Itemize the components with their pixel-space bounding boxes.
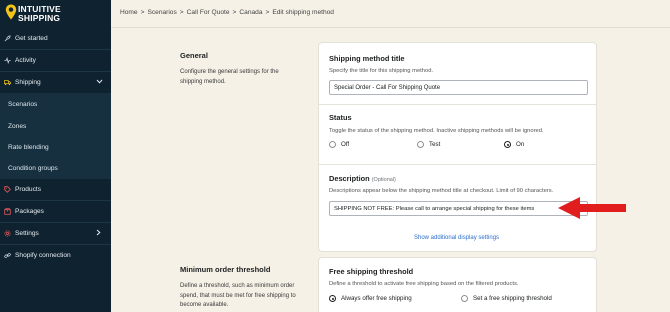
breadcrumb-canada[interactable]: Canada (239, 9, 262, 16)
sidebar-item-label: Products (15, 185, 42, 193)
free-shipping-card: Free shipping threshold Define a thresho… (318, 257, 597, 312)
annotation-arrow-icon (558, 197, 626, 219)
tag-icon (4, 185, 11, 193)
radio-circle (417, 141, 424, 148)
sidebar-item-label: Settings (15, 229, 39, 237)
truck-icon (4, 79, 11, 86)
free-shipping-help: Define a threshold to activate free ship… (329, 281, 519, 287)
sidebar-item-label: Shopify connection (15, 251, 71, 259)
description-help: Descriptions appear below the shipping m… (329, 188, 554, 194)
sidebar-item-label: Shipping (15, 78, 41, 86)
method-title-heading: Shipping method title (329, 54, 405, 63)
radio-circle-selected (329, 295, 336, 302)
status-heading: Status (329, 113, 352, 122)
breadcrumb-call-for-quote[interactable]: Call For Quote (187, 9, 230, 16)
sidebar-item-label: Packages (15, 207, 44, 215)
activity-icon (4, 56, 11, 64)
breadcrumb-separator: > (179, 9, 184, 16)
breadcrumb-current: Edit shipping method (272, 9, 334, 16)
radio-label: Off (341, 141, 350, 148)
card-divider (319, 164, 596, 165)
sidebar-item-settings[interactable]: Settings (0, 222, 111, 244)
description-input[interactable]: SHIPPING NOT FREE: Please call to arrang… (329, 201, 588, 216)
radio-label: Always offer free shipping (341, 295, 412, 302)
sidebar-item-label: Activity (15, 56, 36, 64)
sidebar-item-get-started[interactable]: Get started (0, 27, 111, 49)
sidebar-item-shipping[interactable]: Shipping (0, 71, 111, 93)
general-section-description: Configure the general settings for the s… (180, 69, 279, 85)
status-help: Toggle the status of the shipping method… (329, 128, 544, 134)
package-icon (4, 207, 11, 215)
always-free-shipping-radio[interactable]: Always offer free shipping (329, 295, 412, 302)
general-section-title: General (180, 51, 208, 60)
method-title-input[interactable]: Special Order - Call For Shipping Quote (329, 80, 588, 95)
sidebar-subitem-zones[interactable]: Zones (0, 115, 111, 137)
brand-logo[interactable]: INTUITIVE SHIPPING (0, 0, 111, 28)
radio-circle (461, 295, 468, 302)
breadcrumb-separator: > (232, 9, 237, 16)
sidebar-subitem-label: Zones (8, 122, 27, 130)
breadcrumb-scenarios[interactable]: Scenarios (147, 9, 176, 16)
rocket-icon (4, 34, 11, 42)
breadcrumb-separator: > (140, 9, 145, 16)
sidebar-item-label: Get started (15, 34, 48, 42)
chevron-down-icon[interactable] (96, 79, 104, 86)
card-divider (319, 104, 596, 105)
min-order-section-title: Minimum order threshold (180, 265, 271, 274)
optional-label: (Optional) (371, 177, 396, 183)
sidebar-item-products[interactable]: Products (0, 178, 111, 200)
sidebar-subitem-condition-groups[interactable]: Condition groups (0, 157, 111, 179)
breadcrumb: Home > Scenarios > Call For Quote > Canada > Edi… (120, 9, 337, 16)
radio-circle (329, 141, 336, 148)
chevron-right-icon[interactable] (96, 229, 104, 238)
show-display-settings-link[interactable]: Show additional display settings (414, 235, 499, 241)
set-threshold-radio[interactable]: Set a free shipping threshold (461, 295, 552, 302)
breadcrumb-home[interactable]: Home (120, 9, 138, 16)
sidebar-subitem-label: Condition groups (8, 164, 58, 172)
sidebar: INTUITIVE SHIPPING Get started Activity … (0, 0, 111, 312)
sidebar-subitem-label: Scenarios (8, 100, 38, 108)
breadcrumb-separator: > (265, 9, 270, 16)
link-icon (4, 252, 11, 259)
method-title-help: Specify the title for this shipping meth… (329, 68, 434, 74)
gear-icon (4, 229, 11, 237)
description-heading-text: Description (329, 174, 370, 183)
header-divider (111, 27, 670, 28)
free-shipping-heading: Free shipping threshold (329, 267, 414, 276)
sidebar-item-activity[interactable]: Activity (0, 49, 111, 71)
status-on-radio[interactable]: On (504, 141, 524, 148)
description-heading: Description (Optional) (329, 174, 396, 183)
sidebar-item-shopify-connection[interactable]: Shopify connection (0, 244, 111, 266)
status-off-radio[interactable]: Off (329, 141, 349, 148)
radio-label: On (516, 141, 525, 148)
sidebar-subitem-scenarios[interactable]: Scenarios (0, 93, 111, 115)
min-order-section-description: Define a threshold, such as minimum orde… (180, 283, 296, 308)
status-test-radio[interactable]: Test (417, 141, 440, 148)
radio-label: Set a free shipping threshold (473, 295, 552, 302)
brand-name-line2: SHIPPING (18, 12, 61, 23)
sidebar-subitem-rate-blending[interactable]: Rate blending (0, 136, 111, 158)
location-pin-icon (5, 4, 17, 20)
general-settings-card: Shipping method title Specify the title … (318, 42, 597, 252)
radio-label: Test (429, 141, 441, 148)
radio-circle-selected (504, 141, 511, 148)
sidebar-item-packages[interactable]: Packages (0, 200, 111, 222)
sidebar-subitem-label: Rate blending (8, 143, 49, 151)
